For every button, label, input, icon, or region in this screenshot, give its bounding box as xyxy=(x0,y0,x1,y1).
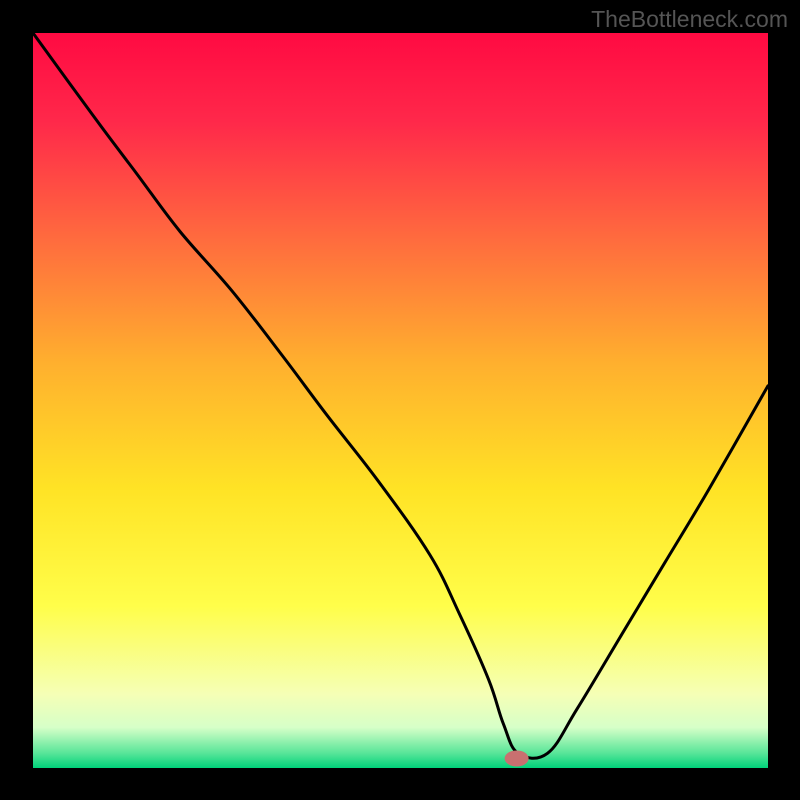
bottleneck-marker xyxy=(505,750,529,766)
chart-frame: TheBottleneck.com xyxy=(0,0,800,800)
watermark-label: TheBottleneck.com xyxy=(591,6,788,33)
gradient-plot-area xyxy=(33,33,768,768)
bottleneck-chart xyxy=(0,0,800,800)
